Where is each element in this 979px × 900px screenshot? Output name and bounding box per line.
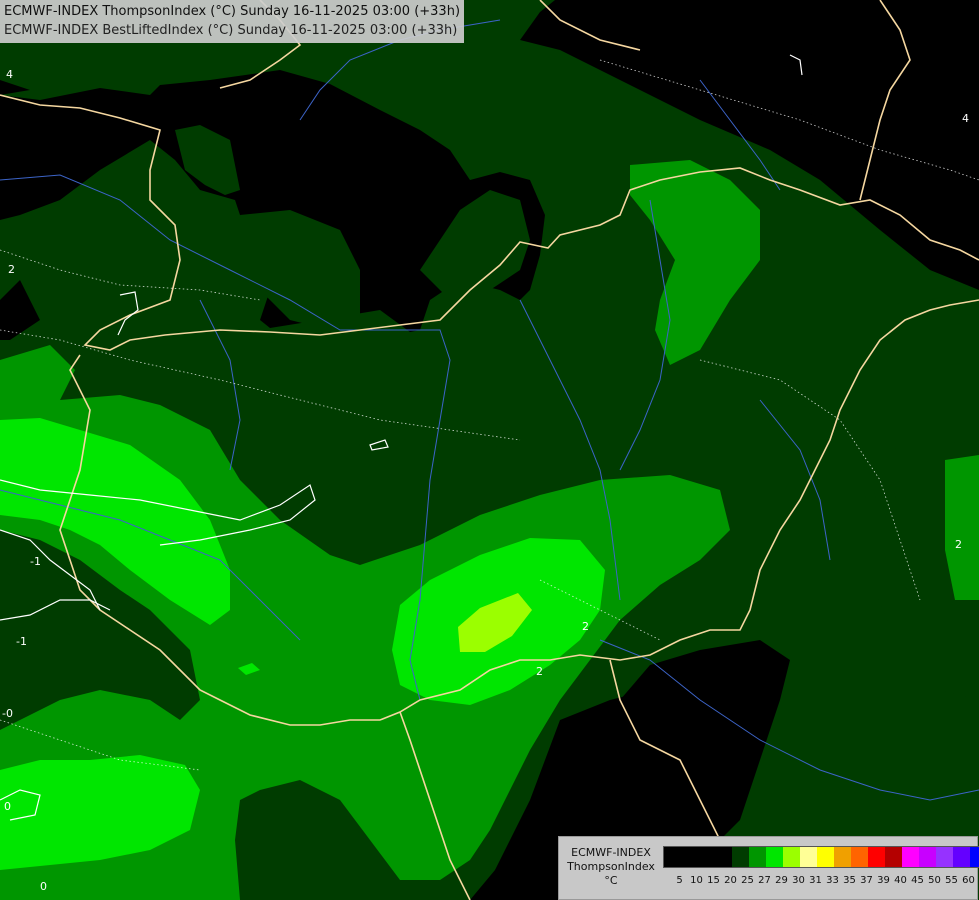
contour-label: 0: [40, 880, 47, 893]
legend-swatch: [715, 847, 732, 867]
legend-swatch: [868, 847, 885, 867]
legend-swatch: [766, 847, 783, 867]
legend-tick: 37: [860, 875, 873, 886]
legend-tick: 33: [826, 875, 839, 886]
legend-tick: 60: [962, 875, 975, 886]
contour-label: 2: [8, 263, 15, 276]
title-best-lifted-index: ECMWF-INDEX BestLiftedIndex (°C) Sunday …: [4, 23, 458, 38]
legend-swatch: [919, 847, 936, 867]
legend-tick-labels: 5 10 15 20 25 27 29 30 31 33 35 37 39 40 45 50 55 60: [663, 875, 977, 886]
legend-tick: 55: [945, 875, 958, 886]
legend-swatch: [970, 847, 979, 867]
legend-swatch: [936, 847, 953, 867]
legend-swatch: [817, 847, 834, 867]
legend-tick: 29: [775, 875, 788, 886]
legend-swatch: [885, 847, 902, 867]
legend-swatch: [698, 847, 715, 867]
legend-tick: 30: [792, 875, 805, 886]
legend-tick: 25: [741, 875, 754, 886]
legend-tick: 35: [843, 875, 856, 886]
legend-tick: 50: [928, 875, 941, 886]
legend-unit: °C: [604, 874, 618, 887]
legend-parameter: ThompsonIndex: [567, 860, 655, 873]
legend-swatch: [664, 847, 681, 867]
contour-label: 4: [6, 68, 13, 81]
legend-title: ECMWF-INDEX ThompsonIndex °C: [563, 846, 659, 888]
contour-label: 0: [4, 800, 11, 813]
legend-tick: 45: [911, 875, 924, 886]
contour-label: -1: [16, 635, 27, 648]
legend-swatch: [953, 847, 970, 867]
contour-label: -0: [2, 707, 13, 720]
map-title: ECMWF-INDEX ThompsonIndex (°C) Sunday 16…: [0, 0, 465, 43]
contour-label: 2: [536, 665, 543, 678]
legend-tick: 20: [724, 875, 737, 886]
contour-label: 2: [582, 620, 589, 633]
legend-tick: 40: [894, 875, 907, 886]
legend-model: ECMWF-INDEX: [571, 846, 651, 859]
legend-swatch: [834, 847, 851, 867]
contour-label: 4: [962, 112, 969, 125]
legend-tick: 39: [877, 875, 890, 886]
legend-tick: 10: [690, 875, 703, 886]
legend-swatch: [732, 847, 749, 867]
legend-swatch: [749, 847, 766, 867]
color-legend: ECMWF-INDEX ThompsonIndex °C 5 10 15 20 25 27…: [558, 836, 979, 900]
weather-map: 4 4 2 2 2 2 -1 -0 0 0 -1: [0, 0, 979, 900]
legend-swatch: [800, 847, 817, 867]
legend-tick: 31: [809, 875, 822, 886]
contour-label: -1: [30, 555, 41, 568]
legend-swatch: [851, 847, 868, 867]
contour-label: 2: [955, 538, 962, 551]
legend-tick: 5: [676, 875, 683, 886]
legend-tick: 27: [758, 875, 771, 886]
title-thompson-index: ECMWF-INDEX ThompsonIndex (°C) Sunday 16…: [4, 4, 461, 19]
legend-color-scale: [663, 846, 979, 868]
legend-swatch: [902, 847, 919, 867]
legend-swatch: [681, 847, 698, 867]
legend-swatch: [783, 847, 800, 867]
legend-tick: 15: [707, 875, 720, 886]
